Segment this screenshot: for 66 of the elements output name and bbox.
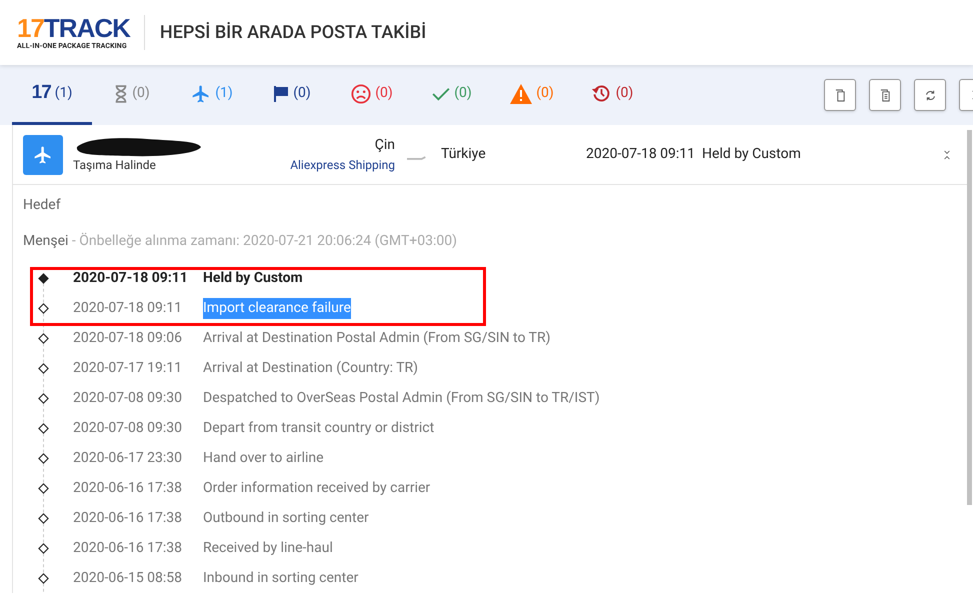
- copy-button[interactable]: [824, 79, 856, 111]
- airplane-icon: [33, 144, 53, 164]
- refresh-button[interactable]: [914, 79, 946, 111]
- copy-icon: [834, 88, 846, 102]
- event-description: Inbound in sorting center: [203, 568, 358, 588]
- event-time: 2020-07-18 09:11: [73, 298, 184, 318]
- destination-country: Türkiye: [441, 145, 487, 164]
- cache-time-note: - Önbelleğe alınma zamanı: 2020-07-21 20:06:24 (GMT+03:00): [70, 232, 457, 250]
- count-label: (0): [454, 84, 472, 103]
- status-tab[interactable]: (0): [252, 65, 332, 125]
- event-description: Received by line-haul: [203, 538, 333, 558]
- airplane-icon: [191, 84, 212, 104]
- history-clock-icon: [590, 83, 612, 104]
- event-description: Held by Custom: [203, 268, 303, 288]
- event-time: 2020-06-16 17:38: [73, 478, 184, 498]
- latest-event: Held by Custom: [702, 145, 801, 164]
- event-time: 2020-07-18 09:11: [73, 268, 189, 288]
- event-description: Depart from transit country or district: [203, 418, 434, 438]
- event-description: Import clearance failure: [203, 298, 351, 318]
- count-label: (0): [132, 84, 150, 103]
- document-icon: [880, 88, 890, 102]
- scrollbar[interactable]: [967, 130, 972, 505]
- page-title: HEPSİ BİR ARADA POSTA TAKİBİ: [160, 21, 426, 45]
- count-label: (1): [54, 84, 72, 103]
- event-time: 2020-07-17 19:11: [73, 358, 184, 378]
- refresh-icon: [924, 90, 936, 100]
- event-description: Hand over to airline: [203, 448, 324, 468]
- logo-wordmark: TRACK: [44, 15, 130, 41]
- warning-icon: [510, 84, 532, 104]
- count-label: (0): [536, 84, 554, 103]
- copy-list-button[interactable]: [869, 79, 901, 111]
- status-tab[interactable]: (0): [332, 65, 412, 125]
- event-description: Despatched to OverSeas Postal Admin (From SG/SIN to TR/IST): [203, 388, 600, 408]
- sad-face-icon: [351, 84, 372, 104]
- status-tab[interactable]: (0): [492, 65, 572, 125]
- count-label: (1): [215, 84, 233, 103]
- origin-label: Menşei: [23, 232, 68, 250]
- status-tab[interactable]: (0): [92, 65, 172, 125]
- status-tab[interactable]: (0): [572, 65, 652, 125]
- event-time: 2020-06-15 08:58: [73, 568, 184, 588]
- logo-number: 17: [32, 81, 51, 106]
- flag-icon: [273, 84, 290, 102]
- latest-event-time: 2020-07-18 09:11: [586, 145, 696, 164]
- event-time: 2020-06-16 17:38: [73, 508, 184, 528]
- destination-label: Hedef: [22, 196, 62, 215]
- event-time: 2020-06-16 17:38: [73, 538, 184, 558]
- shipment-status: Taşıma Halinde: [73, 156, 157, 174]
- checkmark-icon: [432, 86, 450, 100]
- count-label: (0): [293, 84, 311, 103]
- event-description: Outbound in sorting center: [203, 508, 369, 528]
- status-tab[interactable]: (0): [412, 65, 492, 125]
- event-description: Order information received by carrier: [203, 478, 430, 498]
- event-description: Arrival at Destination (Country: TR): [203, 358, 418, 378]
- event-time: 2020-06-17 23:30: [73, 448, 184, 468]
- hourglass-icon: [114, 84, 128, 102]
- logo-number: 17: [17, 15, 44, 41]
- carrier-name: Aliexpress Shipping: [290, 157, 395, 174]
- event-time: 2020-07-08 09:30: [73, 418, 184, 438]
- status-tab[interactable]: (1): [172, 65, 252, 125]
- event-time: 2020-07-08 09:30: [73, 388, 184, 408]
- count-label: (0): [616, 84, 634, 103]
- origin-country: Çin: [374, 136, 395, 155]
- event-description: Arrival at Destination Postal Admin (From SG/SIN to TR): [203, 328, 551, 348]
- collapse-icon[interactable]: [943, 150, 951, 160]
- event-time: 2020-07-18 09:06: [73, 328, 184, 348]
- count-label: (0): [375, 84, 393, 103]
